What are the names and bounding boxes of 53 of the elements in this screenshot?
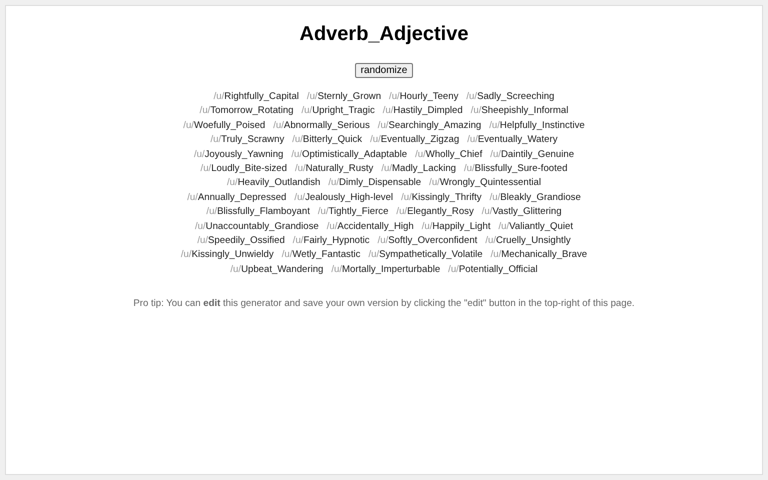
username-link[interactable]: /u/Wholly_Chief [415, 148, 482, 162]
username-link[interactable]: /u/Hourly_Teeny [389, 90, 458, 104]
username-link[interactable]: /u/Eventually_Zigzag [370, 133, 460, 148]
username-link[interactable]: /u/Dimly_Dispensable [328, 176, 422, 191]
username-link[interactable]: /u/Jealously_High-level [294, 190, 394, 206]
username-link[interactable]: /u/Loudly_Bite-sized [200, 162, 287, 176]
username-link[interactable]: /u/Woefully_Poised [183, 118, 266, 134]
username-link[interactable]: /u/Accidentally_High [326, 220, 414, 234]
username-link[interactable]: /u/Wrongly_Quintessential [429, 176, 541, 191]
username-link[interactable]: /u/Fairly_Hypnotic [292, 234, 370, 248]
username-link[interactable]: /u/Tomorrow_Rotating [200, 104, 294, 119]
randomize-button[interactable]: randomize [354, 63, 414, 78]
username-link[interactable]: /u/Blissfully_Sure-footed [464, 162, 568, 176]
username-link[interactable]: /u/Blissfully_Flamboyant [206, 205, 310, 220]
username-link[interactable]: /u/Helpfully_Instinctive [489, 118, 585, 134]
username-link[interactable]: /u/Eventually_Watery [467, 133, 558, 148]
username-link[interactable]: /u/Naturally_Rusty [294, 162, 374, 176]
username-link[interactable]: /u/Sympathetically_Volatile [368, 248, 483, 263]
username-link[interactable]: /u/Sadly_Screeching [466, 90, 554, 104]
username-link[interactable]: /u/Rightfully_Capital [214, 90, 299, 104]
username-link[interactable]: /u/Bitterly_Quick [292, 133, 362, 148]
username-link[interactable]: /u/Sheepishly_Informal [470, 104, 568, 119]
username-link[interactable]: /u/Valiantly_Quiet [498, 220, 573, 234]
username-link[interactable]: /u/Mechanically_Brave [490, 248, 588, 263]
username-link[interactable]: /u/Unaccountably_Grandiose [195, 220, 319, 234]
username-link[interactable]: /u/Hastily_Dimpled [382, 104, 463, 119]
username-link[interactable]: /u/Kissingly_Thrifty [401, 190, 482, 206]
username-link[interactable]: /u/Elegantly_Rosy [396, 205, 474, 220]
username-link[interactable]: /u/Speedily_Ossified [197, 234, 285, 248]
username-link[interactable]: /u/Upbeat_Wandering [230, 262, 324, 278]
username-link[interactable]: /u/Kissingly_Unwieldy [180, 248, 274, 263]
username-link[interactable]: /u/Truly_Scrawny [210, 133, 284, 148]
username-link[interactable]: /u/Heavily_Outlandish [227, 176, 320, 191]
username-link[interactable]: /u/Optimistically_Adaptable [291, 148, 408, 162]
username-link[interactable]: /u/Joyously_Yawning [194, 148, 284, 162]
username-link[interactable]: /u/Potentially_Official [448, 262, 538, 278]
username-link[interactable]: /u/Annually_Depressed [187, 190, 286, 206]
username-link[interactable]: /u/Cruelly_Unsightly [485, 234, 571, 248]
username-link[interactable]: /u/Abnormally_Serious [273, 118, 370, 134]
username-link[interactable]: /u/Daintily_Genuine [490, 148, 574, 162]
username-link[interactable]: /u/Sternly_Grown [306, 90, 382, 104]
username-link[interactable]: /u/Tightly_Fierce [318, 205, 388, 220]
pro-tip-text: Pro tip: You can edit this generator and save your own version by clicking the "edit" button in the top-right of this page. [133, 297, 635, 312]
username-link[interactable]: /u/Bleakly_Grandiose [490, 190, 581, 206]
username-link[interactable]: /u/Wetly_Fantastic [282, 248, 360, 263]
username-link[interactable]: /u/Mortally_Imperturbable [331, 262, 440, 278]
username-link[interactable]: /u/Searchingly_Amazing [378, 118, 482, 134]
page-title: Adverb_Adjective [300, 22, 468, 46]
username-link[interactable]: /u/Happily_Light [422, 220, 490, 234]
username-link[interactable]: /u/Vastly_Glittering [482, 205, 562, 220]
username-link[interactable]: /u/Softly_Overconfident [378, 234, 478, 248]
username-link[interactable]: /u/Upright_Tragic [302, 104, 375, 119]
username-link[interactable]: /u/Madly_Lacking [381, 162, 456, 176]
